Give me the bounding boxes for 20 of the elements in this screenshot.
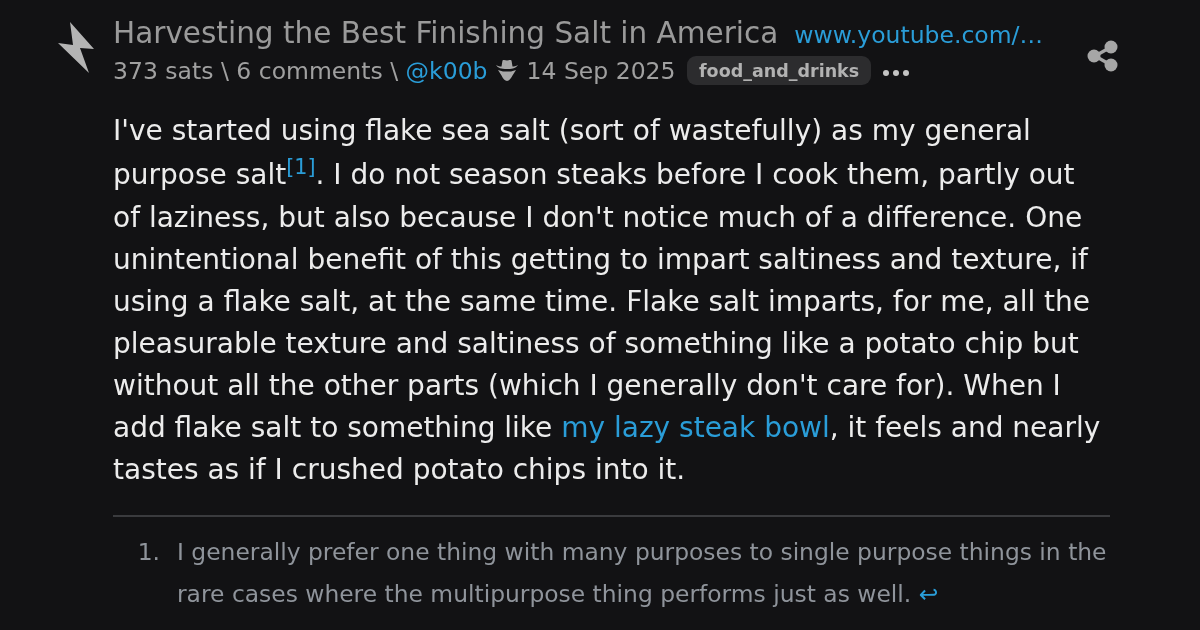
- post-body-text: I've started using flake sea salt (sort of wastefully) as my general purpose salt$^{[1]}$. I do not season steaks before I cook them, partly out of laziness, but also because I don't notice much of a difference. One unintentional benefit of this getting to impart saltiness and texture, if using a flake salt, at the same time. Flake salt imparts, for me, all the pleasurable texture and saltiness of something like a potato chip but without all the other parts (which I generally don't care for). When I add flake salt to something like my lazy steak bowl, it feels and nearly tastes as if I crushed potato chips into it.: [113, 113, 1102, 488]
- footnote-text: I generally prefer one thing with many purposes to single purpose things in the rare cases where the multipurpose thing performs just as well. ↩: [177, 536, 1108, 610]
- cowboy-icon: [495, 58, 520, 83]
- tag-badge[interactable]: food_and_drinks: [687, 56, 872, 86]
- more-button[interactable]: [882, 69, 909, 76]
- footnote-number: 1.: [137, 536, 160, 568]
- share-icon[interactable]: [1087, 40, 1118, 72]
- separator: \: [390, 56, 399, 85]
- sats-count: 373 sats: [113, 56, 214, 85]
- more-dots-icon: [882, 69, 909, 76]
- user-link[interactable]: @k00b: [405, 56, 488, 85]
- inline-link[interactable]: my lazy steak bowl: [561, 410, 830, 444]
- separator: \: [220, 56, 229, 85]
- lightning-bolt-icon[interactable]: [58, 22, 95, 73]
- comments-link[interactable]: 6 comments: [236, 56, 383, 85]
- post-title[interactable]: Harvesting the Best Finishing Salt in America: [113, 16, 779, 52]
- external-link[interactable]: www.youtube.com/…: [794, 21, 1043, 49]
- backref-link[interactable]: ↩: [918, 579, 939, 608]
- footnote-link[interactable]: [1]: [286, 155, 316, 180]
- post-date: 14 Sep 2025: [526, 56, 676, 85]
